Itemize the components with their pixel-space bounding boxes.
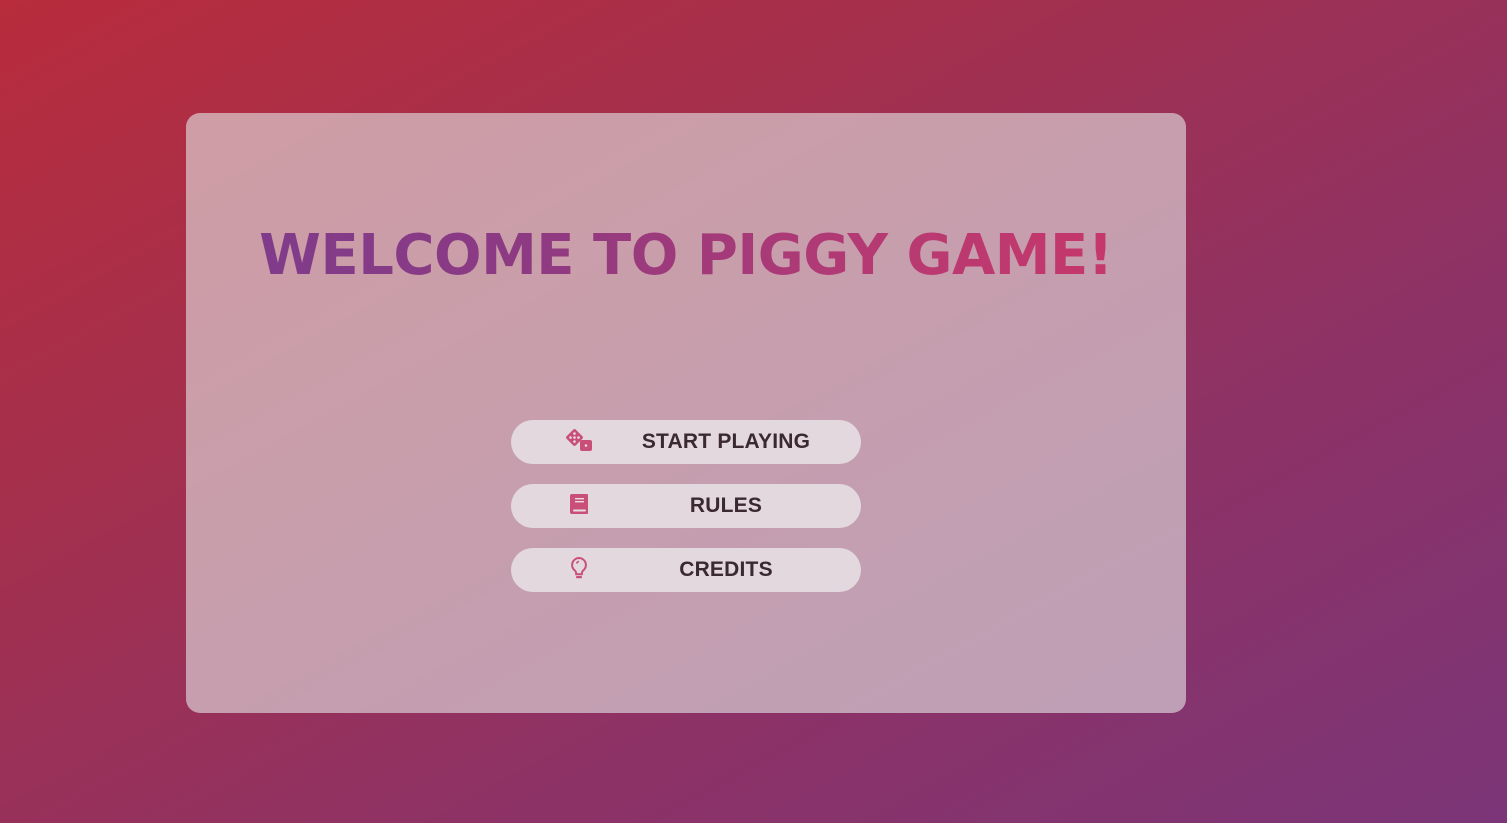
- credits-label: CREDITS: [679, 558, 773, 581]
- start-playing-label: START PLAYING: [641, 430, 811, 453]
- welcome-panel: WELCOME TO PIGGY GAME! START PLAYING RUL…: [186, 113, 1186, 713]
- credits-button[interactable]: CREDITS: [511, 548, 861, 592]
- rules-button[interactable]: RULES: [511, 484, 861, 528]
- page-title: WELCOME TO PIGGY GAME!: [186, 223, 1186, 289]
- main-menu: START PLAYING RULES CREDITS: [511, 420, 861, 612]
- rules-label: RULES: [689, 494, 763, 517]
- start-playing-button[interactable]: START PLAYING: [511, 420, 861, 464]
